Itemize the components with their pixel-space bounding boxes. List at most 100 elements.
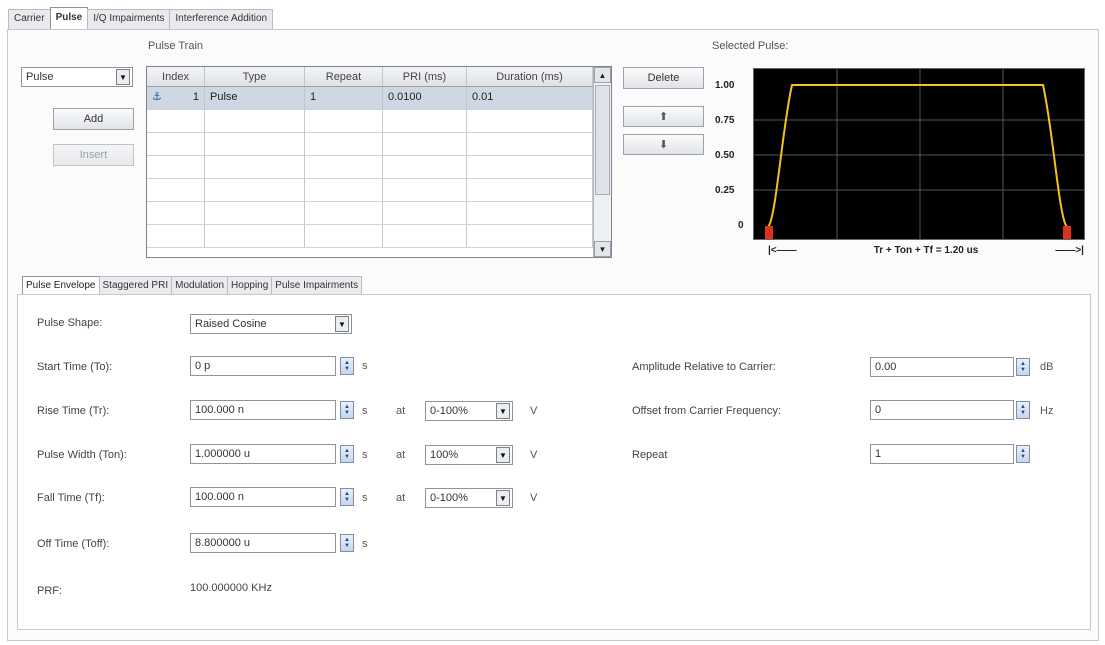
pulse-shape-label: Pulse Shape: (37, 317, 103, 329)
offset-spinner[interactable]: ▲ ▼ (1016, 401, 1030, 419)
pulse-train-table: Index Type Repeat PRI (ms) Duration (ms)… (146, 66, 612, 258)
off-time-label: Off Time (Toff): (37, 538, 110, 550)
y-tick-label: 0.50 (715, 150, 735, 161)
table-scrollbar[interactable]: ▲ ▼ (593, 67, 611, 257)
pulse-shape-select[interactable]: Raised Cosine ▼ (190, 314, 352, 334)
rise-time-range-value: 0-100% (430, 405, 468, 417)
chevron-down-icon: ▼ (496, 490, 510, 506)
pulse-width-spinner[interactable]: ▲ ▼ (340, 445, 354, 463)
fall-time-field[interactable]: 100.000 n (190, 487, 336, 507)
main-tab-bar: Carrier Pulse I/Q Impairments Interferen… (8, 7, 274, 29)
table-row-empty (147, 156, 593, 179)
pulse-width-unit: s (362, 449, 368, 461)
fall-time-vunit: V (530, 492, 538, 504)
chevron-down-icon: ▼ (496, 403, 510, 419)
chevron-down-icon: ▼ (116, 69, 130, 85)
row-pri-cell: 0.0100 (383, 87, 467, 109)
table-row-empty (147, 179, 593, 202)
add-button[interactable]: Add (53, 108, 134, 130)
selected-pulse-plot (753, 68, 1085, 240)
fall-time-spinner[interactable]: ▲ ▼ (340, 488, 354, 506)
chevron-down-icon: ▼ (1020, 367, 1026, 373)
annotation-mid: Tr + Ton + Tf = 1.20 us (873, 245, 979, 256)
offset-unit: Hz (1040, 405, 1054, 417)
pulse-width-vunit: V (530, 449, 538, 461)
start-time-unit: s (362, 360, 368, 372)
row-index-value: 1 (192, 91, 199, 103)
row-repeat-cell: 1 (305, 87, 383, 109)
table-row-empty (147, 202, 593, 225)
tab-iq-impairments[interactable]: I/Q Impairments (87, 9, 171, 29)
repeat-spinner[interactable]: ▲ ▼ (1016, 445, 1030, 463)
prf-label: PRF: (37, 585, 63, 597)
pulse-train-caption: Pulse Train (148, 40, 204, 52)
tab-pulse-envelope[interactable]: Pulse Envelope (22, 276, 100, 295)
amplitude-unit: dB (1040, 361, 1054, 373)
tab-carrier[interactable]: Carrier (8, 9, 51, 29)
table-row-empty (147, 225, 593, 248)
tab-hopping[interactable]: Hopping (227, 276, 273, 295)
column-header-index[interactable]: Index (147, 67, 205, 86)
table-row[interactable]: ⚓ 1 Pulse 1 0.0100 0.01 (147, 87, 593, 110)
tab-pulse[interactable]: Pulse (49, 7, 89, 29)
rise-time-spinner[interactable]: ▲ ▼ (340, 401, 354, 419)
row-duration-cell: 0.01 (467, 87, 593, 109)
column-header-pri[interactable]: PRI (ms) (383, 67, 467, 86)
move-up-button[interactable]: ⬆ (623, 106, 704, 127)
rise-time-range-select[interactable]: 0-100% ▼ (425, 401, 513, 421)
y-tick-label: 0.25 (715, 185, 735, 196)
column-header-type[interactable]: Type (205, 67, 305, 86)
anchor-icon: ⚓ (152, 91, 162, 103)
column-header-repeat[interactable]: Repeat (305, 67, 383, 86)
rise-time-at: at (396, 405, 406, 417)
chevron-down-icon: ▼ (1020, 410, 1026, 416)
chevron-down-icon: ▼ (344, 410, 350, 416)
chevron-down-icon: ▼ (335, 316, 349, 332)
rise-marker (765, 226, 773, 239)
amplitude-spinner[interactable]: ▲ ▼ (1016, 358, 1030, 376)
start-time-label: Start Time (To): (37, 361, 113, 373)
chevron-down-icon: ▼ (496, 447, 510, 463)
tab-modulation[interactable]: Modulation (171, 276, 229, 295)
rise-time-unit: s (362, 405, 368, 417)
delete-button[interactable]: Delete (623, 67, 704, 89)
insert-button[interactable]: Insert (53, 144, 134, 166)
chevron-down-icon: ▼ (344, 543, 350, 549)
tab-interference-addition[interactable]: Interference Addition (169, 9, 274, 29)
pulse-width-range-select[interactable]: 100% ▼ (425, 445, 513, 465)
offset-label: Offset from Carrier Frequency: (632, 405, 781, 417)
start-time-field[interactable]: 0 p (190, 356, 336, 376)
scroll-up-icon[interactable]: ▲ (594, 67, 611, 83)
selected-pulse-caption: Selected Pulse: (712, 40, 789, 52)
table-header: Index Type Repeat PRI (ms) Duration (ms) (147, 67, 593, 87)
table-row-empty (147, 110, 593, 133)
pulse-type-value: Pulse (26, 71, 54, 83)
pulse-type-select[interactable]: Pulse ▼ (21, 67, 133, 87)
chevron-down-icon: ▼ (344, 366, 350, 372)
start-time-spinner[interactable]: ▲ ▼ (340, 357, 354, 375)
column-header-duration[interactable]: Duration (ms) (467, 67, 593, 86)
repeat-field[interactable]: 1 (870, 444, 1014, 464)
chevron-down-icon: ▼ (344, 497, 350, 503)
rise-time-field[interactable]: 100.000 n (190, 400, 336, 420)
off-time-field[interactable]: 8.800000 u (190, 533, 336, 553)
scroll-thumb[interactable] (595, 85, 610, 195)
arrow-up-icon: ⬆ (658, 111, 669, 123)
y-tick-label: 1.00 (715, 80, 735, 91)
pulse-shape-value: Raised Cosine (195, 318, 267, 330)
amplitude-field[interactable]: 0.00 (870, 357, 1014, 377)
pulse-duration-annotation: |<—— Tr + Ton + Tf = 1.20 us ——>| (768, 245, 1084, 256)
chevron-down-icon: ▼ (1020, 454, 1026, 460)
offset-field[interactable]: 0 (870, 400, 1014, 420)
pulse-width-range-value: 100% (430, 449, 459, 461)
fall-time-range-select[interactable]: 0-100% ▼ (425, 488, 513, 508)
fall-time-at: at (396, 492, 406, 504)
rise-time-label: Rise Time (Tr): (37, 405, 110, 417)
tab-staggered-pri[interactable]: Staggered PRI (98, 276, 173, 295)
off-time-spinner[interactable]: ▲ ▼ (340, 534, 354, 552)
tab-pulse-impairments[interactable]: Pulse Impairments (271, 276, 363, 295)
scroll-down-icon[interactable]: ▼ (594, 241, 611, 257)
pulse-width-field[interactable]: 1.000000 u (190, 444, 336, 464)
chevron-down-icon: ▼ (344, 454, 350, 460)
move-down-button[interactable]: ⬇ (623, 134, 704, 155)
